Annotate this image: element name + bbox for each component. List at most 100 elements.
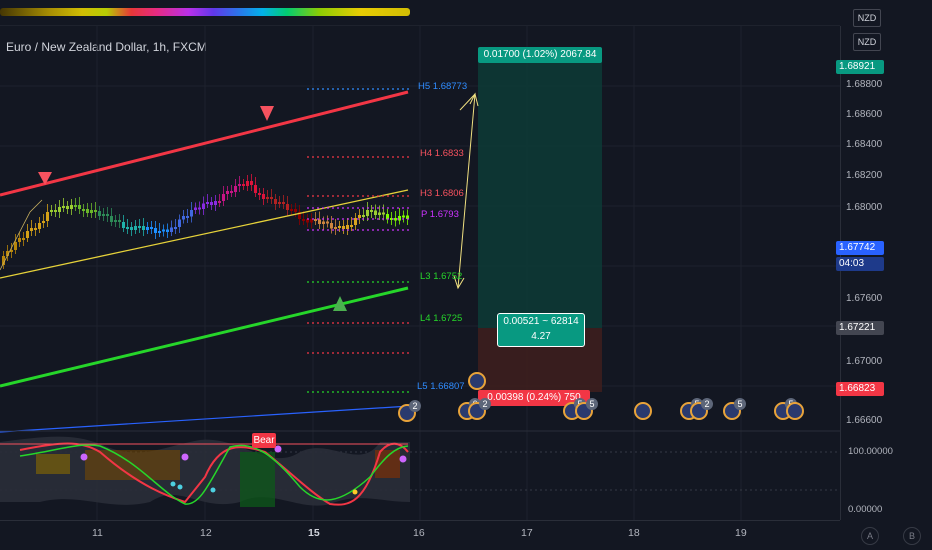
- candle-body: [118, 220, 121, 222]
- target-label[interactable]: 0.01700 (1.02%) 2067.84: [478, 47, 602, 63]
- log-scale-button[interactable]: B: [903, 527, 921, 545]
- price-tick-label: 1.68600: [846, 109, 883, 120]
- time-tick-label: 16: [413, 527, 425, 539]
- candle-body: [330, 223, 333, 229]
- candle-body: [110, 216, 113, 222]
- candle-body: [90, 210, 93, 213]
- candle-body: [358, 215, 361, 218]
- candle-body: [158, 231, 161, 233]
- pivot-label-l3: L3 1.6752: [420, 271, 463, 282]
- candle-body: [270, 197, 273, 199]
- price-tag-mid: 1.67221: [836, 321, 884, 335]
- target-zone[interactable]: [478, 60, 602, 328]
- auto-scale-button[interactable]: A: [861, 527, 879, 545]
- candle-body: [222, 194, 225, 201]
- candle-body: [202, 203, 205, 209]
- pivot-label-h5: H5 1.68773: [418, 81, 468, 92]
- candle-body: [402, 215, 405, 218]
- candle-body: [290, 209, 293, 211]
- economic-event-icon[interactable]: [786, 402, 804, 420]
- candle-body: [314, 219, 317, 221]
- candle-body: [26, 231, 29, 238]
- price-tick-label: 1.68000: [846, 202, 883, 213]
- price-tag-top: 1.68921: [836, 60, 884, 74]
- price-tick-label: 1.68800: [846, 79, 883, 90]
- time-tick-label: 17: [521, 527, 533, 539]
- price-axis-border: [840, 26, 841, 520]
- candle-body: [166, 229, 169, 232]
- price-tick-label: 1.68200: [846, 170, 883, 181]
- oscillator-pane[interactable]: [0, 432, 840, 520]
- candle-body: [30, 228, 33, 231]
- candle-body: [54, 210, 57, 212]
- time-tick-label: 11: [92, 527, 103, 539]
- pivot-label-l4: L4 1.6725: [420, 313, 463, 324]
- event-count-badge: 2: [409, 400, 421, 412]
- candle-body: [130, 227, 133, 230]
- candle-body: [50, 210, 53, 212]
- candle-body: [142, 226, 145, 230]
- candle-body: [286, 204, 289, 210]
- currency-button[interactable]: NZD: [853, 33, 881, 51]
- candle-body: [42, 221, 45, 223]
- candle-body: [182, 216, 185, 220]
- candle-body: [370, 210, 373, 212]
- candle-body: [250, 181, 253, 185]
- candle-body: [102, 214, 105, 216]
- candle-body: [362, 215, 365, 217]
- candle-body: [246, 181, 249, 186]
- upper-channel-line[interactable]: [0, 90, 409, 197]
- candle-body: [46, 212, 49, 221]
- lower-channel-line[interactable]: [0, 286, 409, 388]
- candle-body: [230, 191, 233, 193]
- candle-body: [234, 186, 237, 192]
- candle-body: [14, 242, 17, 250]
- candle-body: [178, 219, 181, 227]
- candle-body: [378, 212, 381, 215]
- candle-body: [242, 184, 245, 186]
- pivot-label-h3: H3 1.6806: [420, 188, 464, 199]
- candle-body: [322, 221, 325, 224]
- time-tick-label: 18: [628, 527, 640, 539]
- candle-body: [238, 184, 241, 186]
- candle-body: [150, 227, 153, 229]
- price-tick-label: 1.67600: [846, 293, 883, 304]
- candle-body: [282, 202, 285, 204]
- candle-body: [174, 227, 177, 229]
- price-tick-label: 1.68400: [846, 139, 883, 150]
- candle-body: [22, 238, 25, 240]
- candle-body: [354, 218, 357, 225]
- candle-body: [258, 193, 261, 195]
- risk-reward-box[interactable]: 0.00521 ~ 62814 4.27: [497, 313, 585, 347]
- pivot-lines: [307, 88, 410, 393]
- candle-body: [122, 222, 125, 228]
- candle-body: [350, 225, 353, 227]
- economic-event-icon[interactable]: [634, 402, 652, 420]
- time-tick-label: 12: [200, 527, 212, 539]
- candle-body: [98, 211, 101, 216]
- economic-event-icon[interactable]: [468, 372, 486, 390]
- bar-countdown: 04:03: [836, 257, 884, 271]
- candle-body: [394, 218, 397, 221]
- candle-body: [278, 202, 281, 204]
- candle-body: [194, 207, 197, 210]
- price-tick-label: 1.66600: [846, 415, 883, 426]
- candle-body: [302, 219, 305, 221]
- candle-body: [254, 185, 257, 193]
- oscillator-lower-value: 0.00000: [848, 504, 883, 515]
- last-price-tag: 1.67742: [836, 241, 884, 255]
- candle-body: [382, 212, 385, 215]
- candle-body: [146, 227, 149, 230]
- candle-body: [74, 205, 77, 207]
- candle-body: [86, 209, 89, 213]
- candle-body: [190, 210, 193, 217]
- candle-body: [266, 197, 269, 199]
- currency-button-top[interactable]: NZD: [853, 9, 881, 27]
- event-count-badge: 2: [479, 398, 491, 410]
- candle-body: [58, 207, 61, 212]
- candle-body: [218, 201, 221, 203]
- candle-body: [18, 238, 21, 242]
- mid-channel-line[interactable]: [0, 189, 409, 279]
- oscillator-upper-value: 100.00000: [848, 446, 893, 457]
- event-count-badge: 2: [701, 398, 713, 410]
